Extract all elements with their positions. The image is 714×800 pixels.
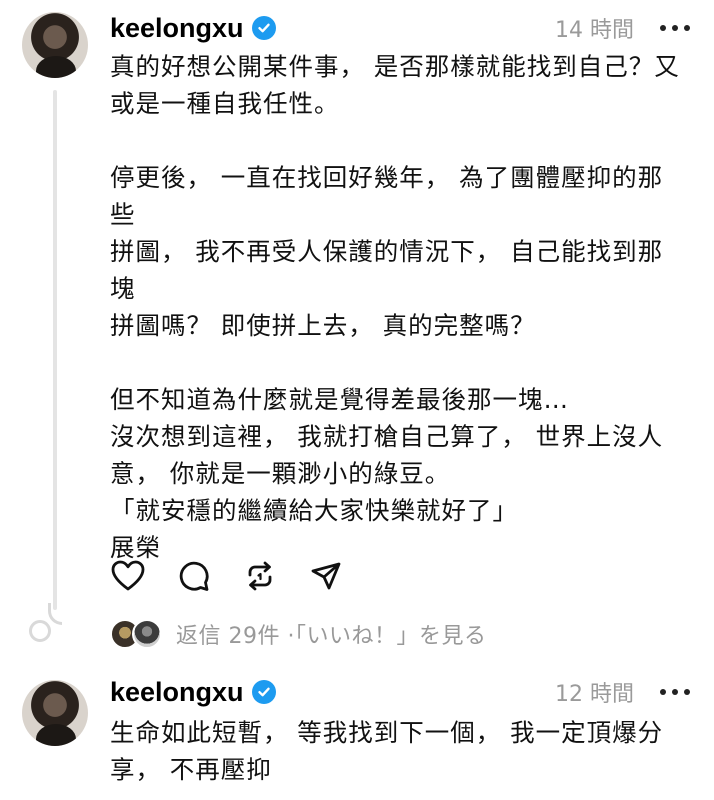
post-text: 真的好想公開某件事， 是否那樣就能找到自己？又 或是一種自我任性。 停更後， 一… — [110, 48, 684, 566]
thread-loop-icon — [29, 620, 51, 642]
post-text: 生命如此短暫， 等我找到下一個， 我一定頂爆分 享， 不再壓抑 — [110, 714, 684, 788]
replier-avatar — [132, 619, 162, 649]
comment-icon[interactable] — [176, 558, 212, 594]
post-line: 「就安穩的繼續給大家快樂就好了」 — [110, 496, 518, 525]
post-line: 停更後， 一直在找回好幾年， 為了團體壓抑的那些 — [110, 163, 664, 229]
thread-post: keelongxu 12 時間 生命如此短暫， 等我找到下一個， 我一定頂爆分 … — [0, 668, 714, 800]
post-line: 沒次想到這裡， 我就打槍自己算了， 世界上沒人 — [110, 422, 664, 451]
post-line: 生命如此短暫， 等我找到下一個， 我一定頂爆分 — [110, 718, 664, 747]
verified-badge-icon — [251, 680, 276, 704]
reply-summary[interactable]: 返信 29件 ·「いいね！」を見る — [110, 614, 486, 654]
post-line: 拼圖， 我不再受人保護的情況下， 自己能找到那塊 — [110, 237, 664, 303]
more-options-icon[interactable] — [660, 682, 690, 702]
avatar[interactable] — [22, 12, 88, 78]
post-actions — [110, 556, 374, 596]
thread-curve — [48, 603, 62, 625]
post-header: keelongxu 14 時間 — [110, 8, 690, 48]
post-line: 但不知道為什麼就是覺得差最後那一塊… — [110, 385, 569, 414]
post-line: 或是一種自我任性。 — [110, 89, 340, 118]
avatar[interactable] — [22, 680, 88, 746]
username[interactable]: keelongxu — [110, 677, 244, 708]
username[interactable]: keelongxu — [110, 13, 244, 44]
post-line: 意， 你就是一顆渺小的綠豆。 — [110, 459, 451, 488]
post-line: 真的好想公開某件事， 是否那樣就能找到自己？又 — [110, 52, 680, 81]
post-timestamp: 12 時間 — [555, 682, 634, 707]
more-options-icon[interactable] — [660, 18, 690, 38]
heart-icon[interactable] — [110, 558, 146, 594]
post-timestamp: 14 時間 — [555, 18, 634, 43]
thread-connector-line — [53, 90, 57, 610]
post-header: keelongxu 12 時間 — [110, 672, 690, 712]
reply-summary-text[interactable]: 返信 29件 ·「いいね！」を見る — [176, 618, 486, 650]
thread-post: keelongxu 14 時間 真的好想公開某件事， 是否那樣就能找到自己？又 … — [0, 0, 714, 668]
post-line: 享， 不再壓抑 — [110, 755, 272, 784]
verified-badge-icon — [251, 16, 276, 40]
share-icon[interactable] — [308, 558, 344, 594]
repost-icon[interactable] — [242, 558, 278, 594]
post-line: 拼圖嗎？ 即使拼上去， 真的完整嗎？ — [110, 311, 536, 340]
